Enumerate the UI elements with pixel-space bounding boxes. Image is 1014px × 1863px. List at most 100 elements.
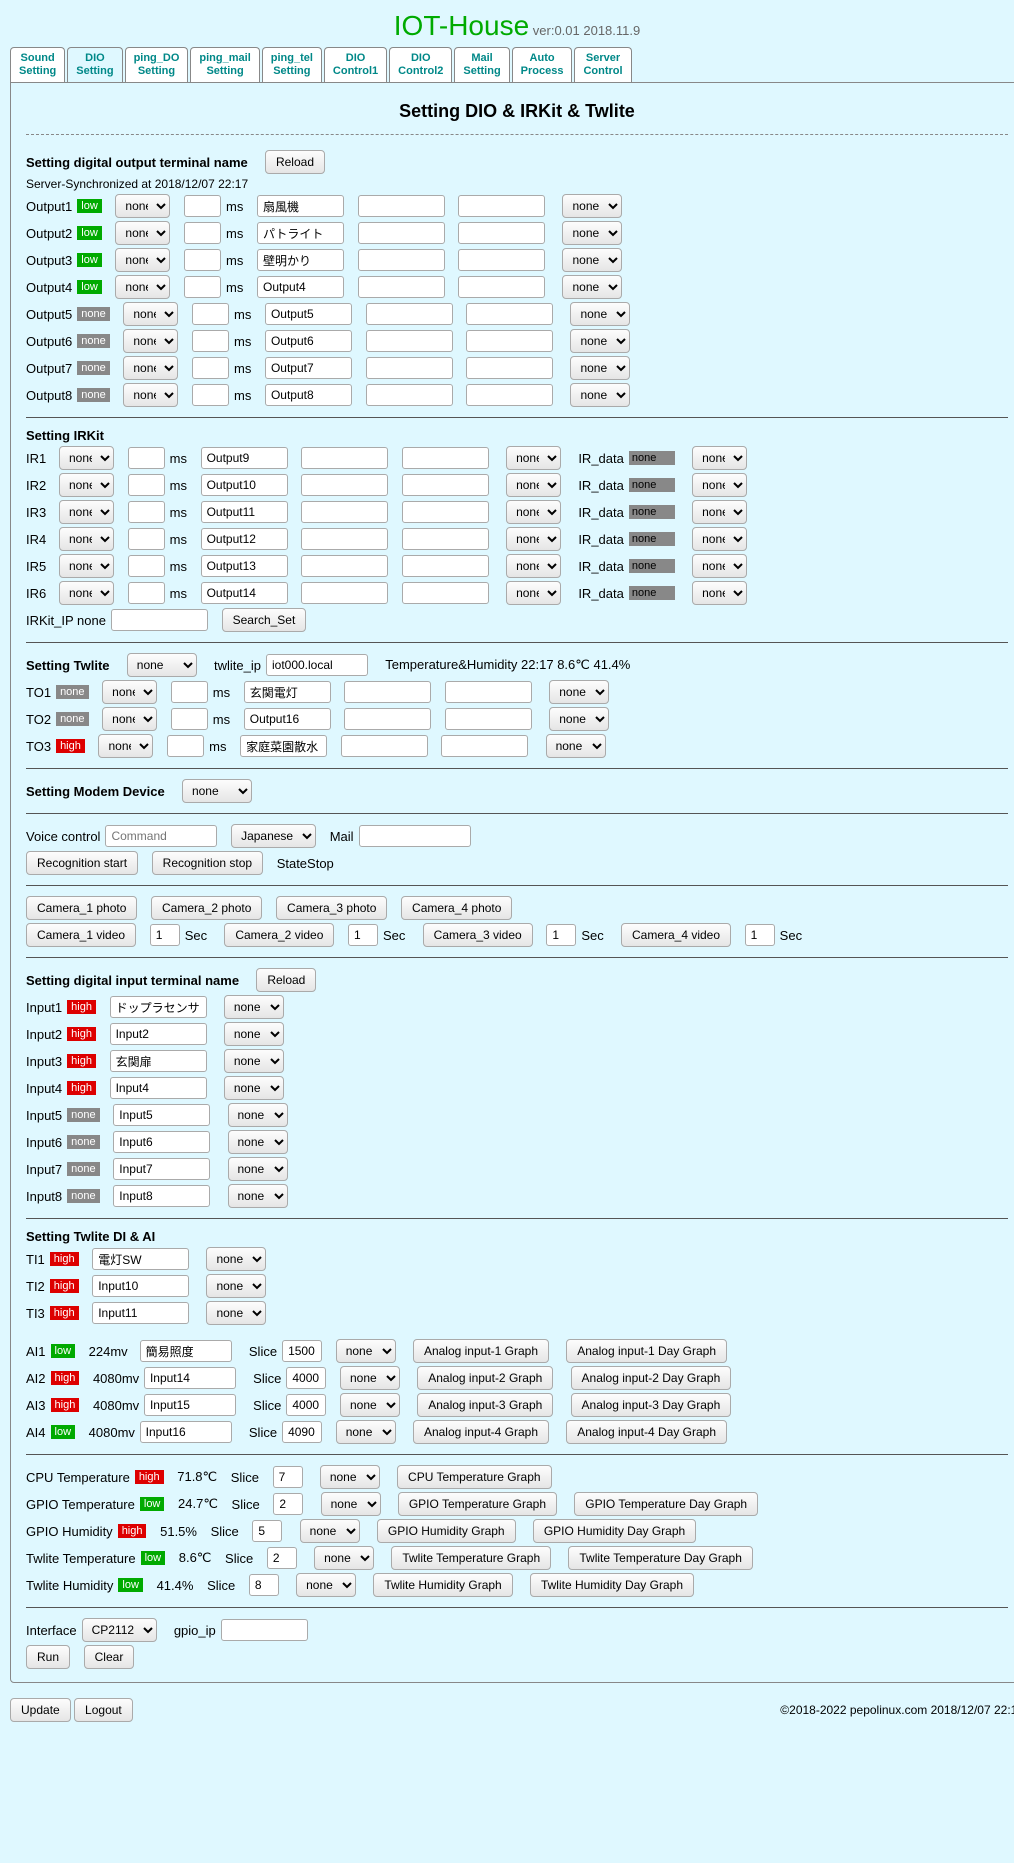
text-input[interactable]: [249, 1574, 279, 1596]
none-select[interactable]: none: [98, 734, 153, 758]
text-input[interactable]: [458, 222, 545, 244]
text-input[interactable]: [110, 1023, 207, 1045]
none-select[interactable]: none: [228, 1130, 288, 1154]
text-input[interactable]: [257, 222, 344, 244]
text-input[interactable]: [301, 528, 388, 550]
text-input[interactable]: [92, 1248, 189, 1270]
text-input[interactable]: [113, 1131, 210, 1153]
text-input[interactable]: [257, 249, 344, 271]
none-select[interactable]: none: [224, 1049, 284, 1073]
logout-button[interactable]: Logout: [74, 1698, 133, 1722]
voice-command-input[interactable]: [105, 825, 217, 847]
interface-select[interactable]: CP2112: [82, 1618, 157, 1642]
twlite-select[interactable]: none: [127, 653, 197, 677]
none-select[interactable]: none: [59, 473, 114, 497]
none-select[interactable]: none: [506, 500, 561, 524]
text-input[interactable]: [252, 1520, 282, 1542]
none-select[interactable]: none: [206, 1247, 266, 1271]
none-select[interactable]: none: [570, 383, 630, 407]
reload-button[interactable]: Reload: [265, 150, 325, 174]
text-input[interactable]: [257, 276, 344, 298]
none-select[interactable]: none: [296, 1573, 356, 1597]
day-graph-button[interactable]: Analog input-4 Day Graph: [566, 1420, 727, 1444]
reload-input-button[interactable]: Reload: [256, 968, 316, 992]
none-select[interactable]: none: [115, 248, 170, 272]
none-select[interactable]: none: [692, 581, 747, 605]
text-input[interactable]: [92, 1302, 189, 1324]
text-input[interactable]: [92, 1275, 189, 1297]
tab-0[interactable]: SoundSetting: [10, 47, 65, 82]
none-select[interactable]: none: [59, 527, 114, 551]
text-input[interactable]: [458, 249, 545, 271]
none-select[interactable]: none: [321, 1492, 381, 1516]
text-input[interactable]: [273, 1493, 303, 1515]
mail-input[interactable]: [359, 825, 471, 847]
text-input[interactable]: [441, 735, 528, 757]
tab-3[interactable]: ping_mailSetting: [190, 47, 259, 82]
text-input[interactable]: [466, 330, 553, 352]
recognition-stop-button[interactable]: Recognition stop: [152, 851, 263, 875]
text-input[interactable]: [402, 501, 489, 523]
none-select[interactable]: none: [300, 1519, 360, 1543]
text-input[interactable]: [344, 681, 431, 703]
text-input[interactable]: [445, 681, 532, 703]
text-input[interactable]: [110, 1077, 207, 1099]
none-select[interactable]: none: [228, 1184, 288, 1208]
text-input[interactable]: [273, 1466, 303, 1488]
text-input[interactable]: [201, 474, 288, 496]
text-input[interactable]: [140, 1421, 232, 1443]
irkit-ip-input[interactable]: [111, 609, 208, 631]
text-input[interactable]: [402, 474, 489, 496]
camera-video-button[interactable]: Camera_4 video: [621, 923, 731, 947]
camera-photo-button[interactable]: Camera_1 photo: [26, 896, 137, 920]
none-select[interactable]: none: [562, 194, 622, 218]
text-input[interactable]: [358, 249, 445, 271]
text-input[interactable]: [201, 555, 288, 577]
none-select[interactable]: none: [224, 995, 284, 1019]
none-select[interactable]: none: [692, 554, 747, 578]
none-select[interactable]: none: [570, 356, 630, 380]
none-select[interactable]: none: [224, 1022, 284, 1046]
text-input[interactable]: [301, 474, 388, 496]
text-input[interactable]: [265, 357, 352, 379]
none-select[interactable]: none: [102, 680, 157, 704]
text-input[interactable]: [184, 222, 221, 244]
tab-7[interactable]: MailSetting: [454, 47, 509, 82]
text-input[interactable]: [745, 924, 775, 946]
none-select[interactable]: none: [506, 527, 561, 551]
text-input[interactable]: [201, 447, 288, 469]
text-input[interactable]: [466, 303, 553, 325]
none-select[interactable]: none: [115, 221, 170, 245]
text-input[interactable]: [128, 447, 165, 469]
sensor-graph-button[interactable]: Twlite Temperature Day Graph: [568, 1546, 753, 1570]
text-input[interactable]: [244, 681, 331, 703]
text-input[interactable]: [140, 1340, 232, 1362]
search-set-button[interactable]: Search_Set: [222, 608, 307, 632]
text-input[interactable]: [257, 195, 344, 217]
text-input[interactable]: [344, 708, 431, 730]
none-select[interactable]: none: [59, 581, 114, 605]
none-select[interactable]: none: [206, 1274, 266, 1298]
none-select[interactable]: none: [692, 473, 747, 497]
text-input[interactable]: [366, 330, 453, 352]
none-select[interactable]: none: [336, 1339, 396, 1363]
none-select[interactable]: none: [224, 1076, 284, 1100]
day-graph-button[interactable]: Analog input-3 Day Graph: [571, 1393, 732, 1417]
none-select[interactable]: none: [340, 1393, 400, 1417]
graph-button[interactable]: Analog input-3 Graph: [417, 1393, 553, 1417]
none-select[interactable]: none: [549, 680, 609, 704]
text-input[interactable]: [301, 501, 388, 523]
tab-1[interactable]: DIOSetting: [67, 47, 122, 82]
text-input[interactable]: [192, 357, 229, 379]
text-input[interactable]: [171, 708, 208, 730]
text-input[interactable]: [366, 357, 453, 379]
recognition-start-button[interactable]: Recognition start: [26, 851, 138, 875]
camera-video-button[interactable]: Camera_1 video: [26, 923, 136, 947]
text-input[interactable]: [128, 555, 165, 577]
none-select[interactable]: none: [314, 1546, 374, 1570]
text-input[interactable]: [445, 708, 532, 730]
none-select[interactable]: none: [59, 446, 114, 470]
text-input[interactable]: [402, 582, 489, 604]
camera-photo-button[interactable]: Camera_4 photo: [401, 896, 512, 920]
text-input[interactable]: [265, 384, 352, 406]
